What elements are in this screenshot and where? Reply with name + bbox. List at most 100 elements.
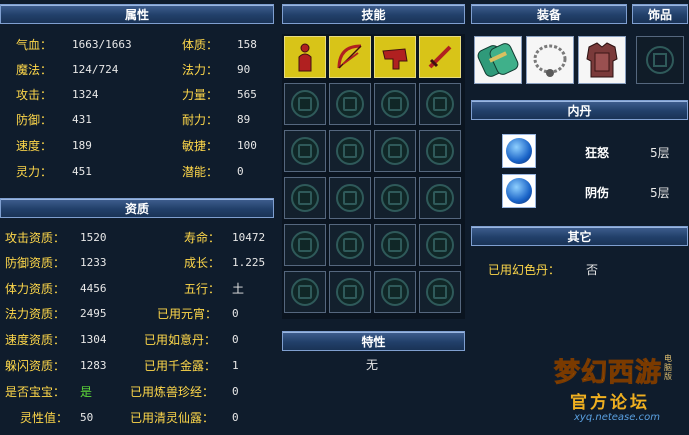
apt-label-is-baby: 是否宝宝：: [5, 385, 66, 399]
empty-slot-emblem-icon: [381, 137, 409, 165]
skill-slot-empty[interactable]: [329, 130, 371, 172]
attr-value-spirit: 451: [72, 165, 92, 178]
apt-label-yuanxiao: 已用元宵：: [157, 307, 218, 321]
rage-orb-icon: [506, 138, 532, 164]
skill-slot-empty[interactable]: [284, 177, 326, 219]
apt-label-speed: 速度资质：: [5, 333, 66, 347]
apt-value-element: 土: [232, 282, 245, 296]
equipment-header: 装备: [471, 4, 627, 24]
apt-value-attack: 1520: [80, 231, 107, 244]
apt-value-defense: 1233: [80, 256, 107, 269]
apt-value-lianshou: 0: [232, 385, 239, 398]
equipment-armor-icon: [586, 42, 618, 78]
skill-slot-empty[interactable]: [284, 271, 326, 313]
apt-value-ruyidan: 0: [232, 333, 239, 346]
skill-slot-empty[interactable]: [419, 271, 461, 313]
skill-slot-2[interactable]: [329, 36, 371, 78]
equipment-slot-2[interactable]: [526, 36, 574, 84]
logo-url: xyq.netease.com: [574, 412, 660, 423]
skill-sword-icon: [428, 45, 452, 69]
empty-slot-emblem-icon: [291, 90, 319, 118]
attr-label-speed: 速度：: [16, 139, 53, 153]
empty-slot-emblem-icon: [291, 278, 319, 306]
empty-slot-emblem-icon: [426, 231, 454, 259]
attr-label-potential: 潜能：: [182, 165, 219, 179]
empty-slot-emblem-icon: [426, 184, 454, 212]
apt-value-dodge: 1283: [80, 359, 107, 372]
empty-slot-emblem-icon: [426, 137, 454, 165]
skill-slot-empty[interactable]: [374, 271, 416, 313]
neidan-level-1: 5层: [650, 146, 670, 160]
apt-value-is-baby: 是: [80, 385, 93, 399]
skill-slot-empty[interactable]: [329, 177, 371, 219]
attr-value-endurance: 89: [237, 113, 251, 126]
aptitude-header: 资质: [0, 198, 274, 218]
skill-slot-empty[interactable]: [374, 83, 416, 125]
attr-value-potential: 0: [237, 165, 244, 178]
other-value: 否: [586, 263, 599, 277]
empty-slot-emblem-icon: [336, 137, 364, 165]
skill-slot-empty[interactable]: [284, 224, 326, 266]
skill-slot-empty[interactable]: [329, 271, 371, 313]
skill-slot-empty[interactable]: [374, 130, 416, 172]
shadow-wound-orb-icon: [506, 178, 532, 204]
apt-value-spirituality: 50: [80, 411, 94, 424]
apt-value-lifespan: 10472: [232, 231, 266, 244]
attr-label-defense: 防御：: [16, 113, 53, 127]
empty-slot-emblem-icon: [291, 137, 319, 165]
skills-header: 技能: [282, 4, 465, 24]
attr-value-magic: 90: [237, 63, 251, 76]
equipment-slot-3[interactable]: [578, 36, 626, 84]
attr-value-defense: 431: [72, 113, 92, 126]
logo-game-title: 梦幻西游: [553, 358, 663, 389]
empty-slot-emblem-icon: [646, 46, 674, 74]
neidan-header: 内丹: [471, 100, 688, 120]
attr-label-attack: 攻击：: [16, 88, 53, 102]
skill-slot-empty[interactable]: [284, 130, 326, 172]
accessory-header: 饰品: [632, 4, 688, 24]
empty-slot-emblem-icon: [291, 184, 319, 212]
skill-slot-empty[interactable]: [419, 224, 461, 266]
neidan-name-1: 狂怒: [585, 146, 610, 160]
neidan-name-2: 阴伤: [585, 186, 610, 200]
attr-value-speed: 189: [72, 139, 92, 152]
skill-horn-icon: [382, 48, 408, 70]
apt-value-speed: 1304: [80, 333, 107, 346]
equipment-bracer-icon: [477, 43, 519, 77]
skill-slot-3[interactable]: [374, 36, 416, 78]
apt-value-mana: 2495: [80, 307, 107, 320]
apt-label-mana: 法力资质：: [5, 307, 66, 321]
skill-slot-empty[interactable]: [419, 177, 461, 219]
empty-slot-emblem-icon: [426, 90, 454, 118]
skill-slot-empty[interactable]: [284, 83, 326, 125]
skill-slot-empty[interactable]: [419, 130, 461, 172]
empty-slot-emblem-icon: [381, 231, 409, 259]
skills-grid: [282, 34, 465, 319]
apt-label-ruyidan: 已用如意丹：: [144, 333, 217, 347]
apt-label-lifespan: 寿命：: [184, 231, 221, 245]
apt-label-lianshou: 已用炼兽珍经：: [130, 385, 215, 399]
accessory-slot[interactable]: [636, 36, 684, 84]
equipment-slot-1[interactable]: [474, 36, 522, 84]
apt-label-defense: 防御资质：: [5, 256, 66, 270]
apt-value-growth: 1.225: [232, 256, 266, 269]
logo-badge: 电脑版: [664, 354, 672, 381]
skill-slot-empty[interactable]: [419, 83, 461, 125]
apt-label-element: 五行：: [184, 282, 221, 296]
skill-slot-1[interactable]: [284, 36, 326, 78]
skill-slot-empty[interactable]: [329, 224, 371, 266]
skill-bow-icon: [337, 44, 362, 69]
skill-slot-empty[interactable]: [374, 177, 416, 219]
attr-label-magic: 法力：: [182, 63, 219, 77]
skill-slot-empty[interactable]: [329, 83, 371, 125]
attr-value-agility: 100: [237, 139, 257, 152]
apt-label-spirituality: 灵性值：: [20, 411, 69, 425]
neidan-icon-2[interactable]: [502, 174, 536, 208]
neidan-icon-1[interactable]: [502, 134, 536, 168]
empty-slot-emblem-icon: [291, 231, 319, 259]
equipment-necklace-icon: [533, 44, 567, 77]
empty-slot-emblem-icon: [381, 184, 409, 212]
skill-slot-4[interactable]: [419, 36, 461, 78]
attr-label-spirit: 灵力：: [16, 165, 53, 179]
skill-slot-empty[interactable]: [374, 224, 416, 266]
